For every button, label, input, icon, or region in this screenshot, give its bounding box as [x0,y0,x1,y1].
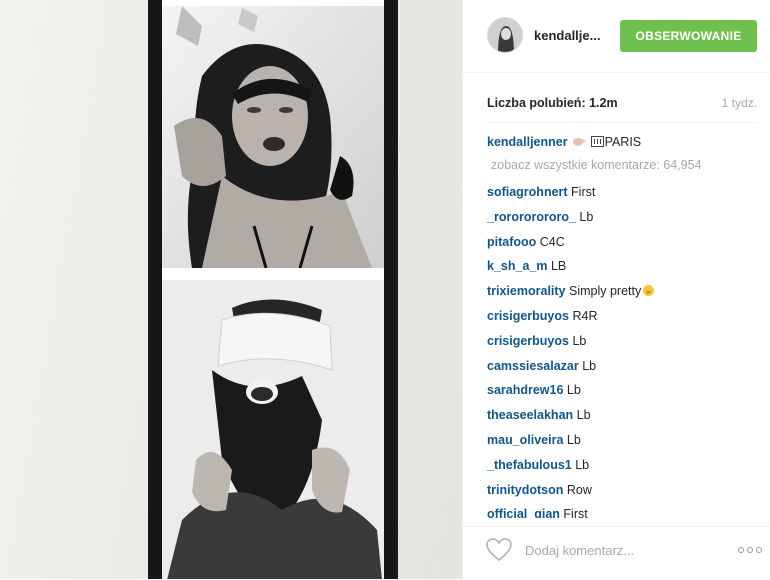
comment-username[interactable]: camssiesalazar [487,359,579,373]
comment-text: LB [550,259,567,274]
comment-text: First [563,507,588,518]
divider [487,122,757,123]
comment-username[interactable]: trixiemorality [487,284,566,298]
comment-username[interactable]: pitafooo [487,235,536,249]
comment-text: Lb [582,358,597,373]
comment-username[interactable]: mau_oliveira [487,433,563,447]
comments-list[interactable]: kendalljenner PARIS zobacz wszystkie kom… [487,132,760,518]
comment-username[interactable]: _thefabulous1 [487,458,572,472]
comment-rows: sofiagrohnert First _rorororororo_ Lb pita… [487,182,760,518]
comment-username[interactable]: sofiagrohnert [487,185,568,199]
comment-username[interactable]: crisigerbuyos [487,334,569,348]
comment-row: sarahdrew16 Lb [487,380,760,405]
likes-row: Liczba polubień: 1.2m 1 tydz. [487,96,757,110]
comment-row: theaseelakhan Lb [487,405,760,430]
post-details-panel: kendallje... OBSERWOWANIE Liczba polubie… [462,0,770,579]
comment-text: C4C [539,234,565,249]
comment-username[interactable]: theaseelakhan [487,408,573,422]
comment-text: Lb [575,457,590,472]
post-header: kendallje... OBSERWOWANIE [463,0,770,73]
comment-row: trinitydotson Row [487,480,760,505]
comment-row: camssiesalazar Lb [487,356,760,381]
comment-row: pitafooo C4C [487,232,760,257]
comment-text: Row [566,482,592,497]
comment-row: _rorororororo_ Lb [487,207,760,232]
comment-text: Lb [572,333,587,348]
comment-username[interactable]: official_gian [487,507,560,518]
comment-row: sofiagrohnert First [487,182,760,207]
comment-text: Lb [579,209,594,224]
comment-username[interactable]: k_sh_a_m [487,259,547,273]
post-author-username[interactable]: kendallje... [534,28,600,43]
likes-label: Liczba polubień: [487,96,586,110]
photobooth-frame-top [162,6,384,268]
post-caption: kendalljenner PARIS [487,132,760,156]
instagram-post-view: kendallje... OBSERWOWANIE Liczba polubie… [0,0,770,579]
likes-count[interactable]: 1.2m [589,96,618,110]
photobooth-strip [150,0,396,579]
add-comment-input[interactable] [523,539,727,561]
comment-text: Lb [566,383,581,398]
comment-username[interactable]: _rorororororo_ [487,210,576,224]
comment-username[interactable]: trinitydotson [487,483,563,497]
comment-text: Lb [566,432,581,447]
comment-username[interactable]: sarahdrew16 [487,383,563,397]
comment-row: crisigerbuyos R4R [487,306,760,331]
view-all-comments-link[interactable]: zobacz wszystkie komentarze: 64,954 [487,156,760,182]
comment-row: trixiemorality Simply pretty [487,281,760,306]
post-photo[interactable] [0,0,462,579]
comment-username[interactable]: crisigerbuyos [487,309,569,323]
comment-row: crisigerbuyos Lb [487,331,760,356]
avatar-image-icon [488,18,522,52]
comment-row: k_sh_a_m LB [487,256,760,281]
post-timestamp[interactable]: 1 tydz. [722,96,757,110]
add-comment-bar [463,526,770,580]
comment-row: official_gian First [487,504,760,518]
strip-border-right [384,0,396,579]
more-options-icon[interactable] [738,539,764,559]
caption-username[interactable]: kendalljenner [487,135,568,149]
comment-text: R4R [572,308,598,323]
comment-text: First [571,185,596,199]
like-heart-icon[interactable] [485,537,513,563]
caption-text: PARIS [604,135,642,149]
follow-button[interactable]: OBSERWOWANIE [620,20,757,52]
comment-row: mau_oliveira Lb [487,430,760,455]
photobooth-frame-bottom [162,280,384,579]
comment-text: Lb [576,408,591,423]
comment-text: Simply pretty [569,284,642,299]
strip-border-left [150,0,162,579]
smiley-emoji-icon [643,285,655,297]
france-flag-emoji-icon [590,136,604,147]
comment-row: _thefabulous1 Lb [487,455,760,480]
avatar[interactable] [487,17,523,53]
waving-hand-emoji-icon [573,138,586,146]
